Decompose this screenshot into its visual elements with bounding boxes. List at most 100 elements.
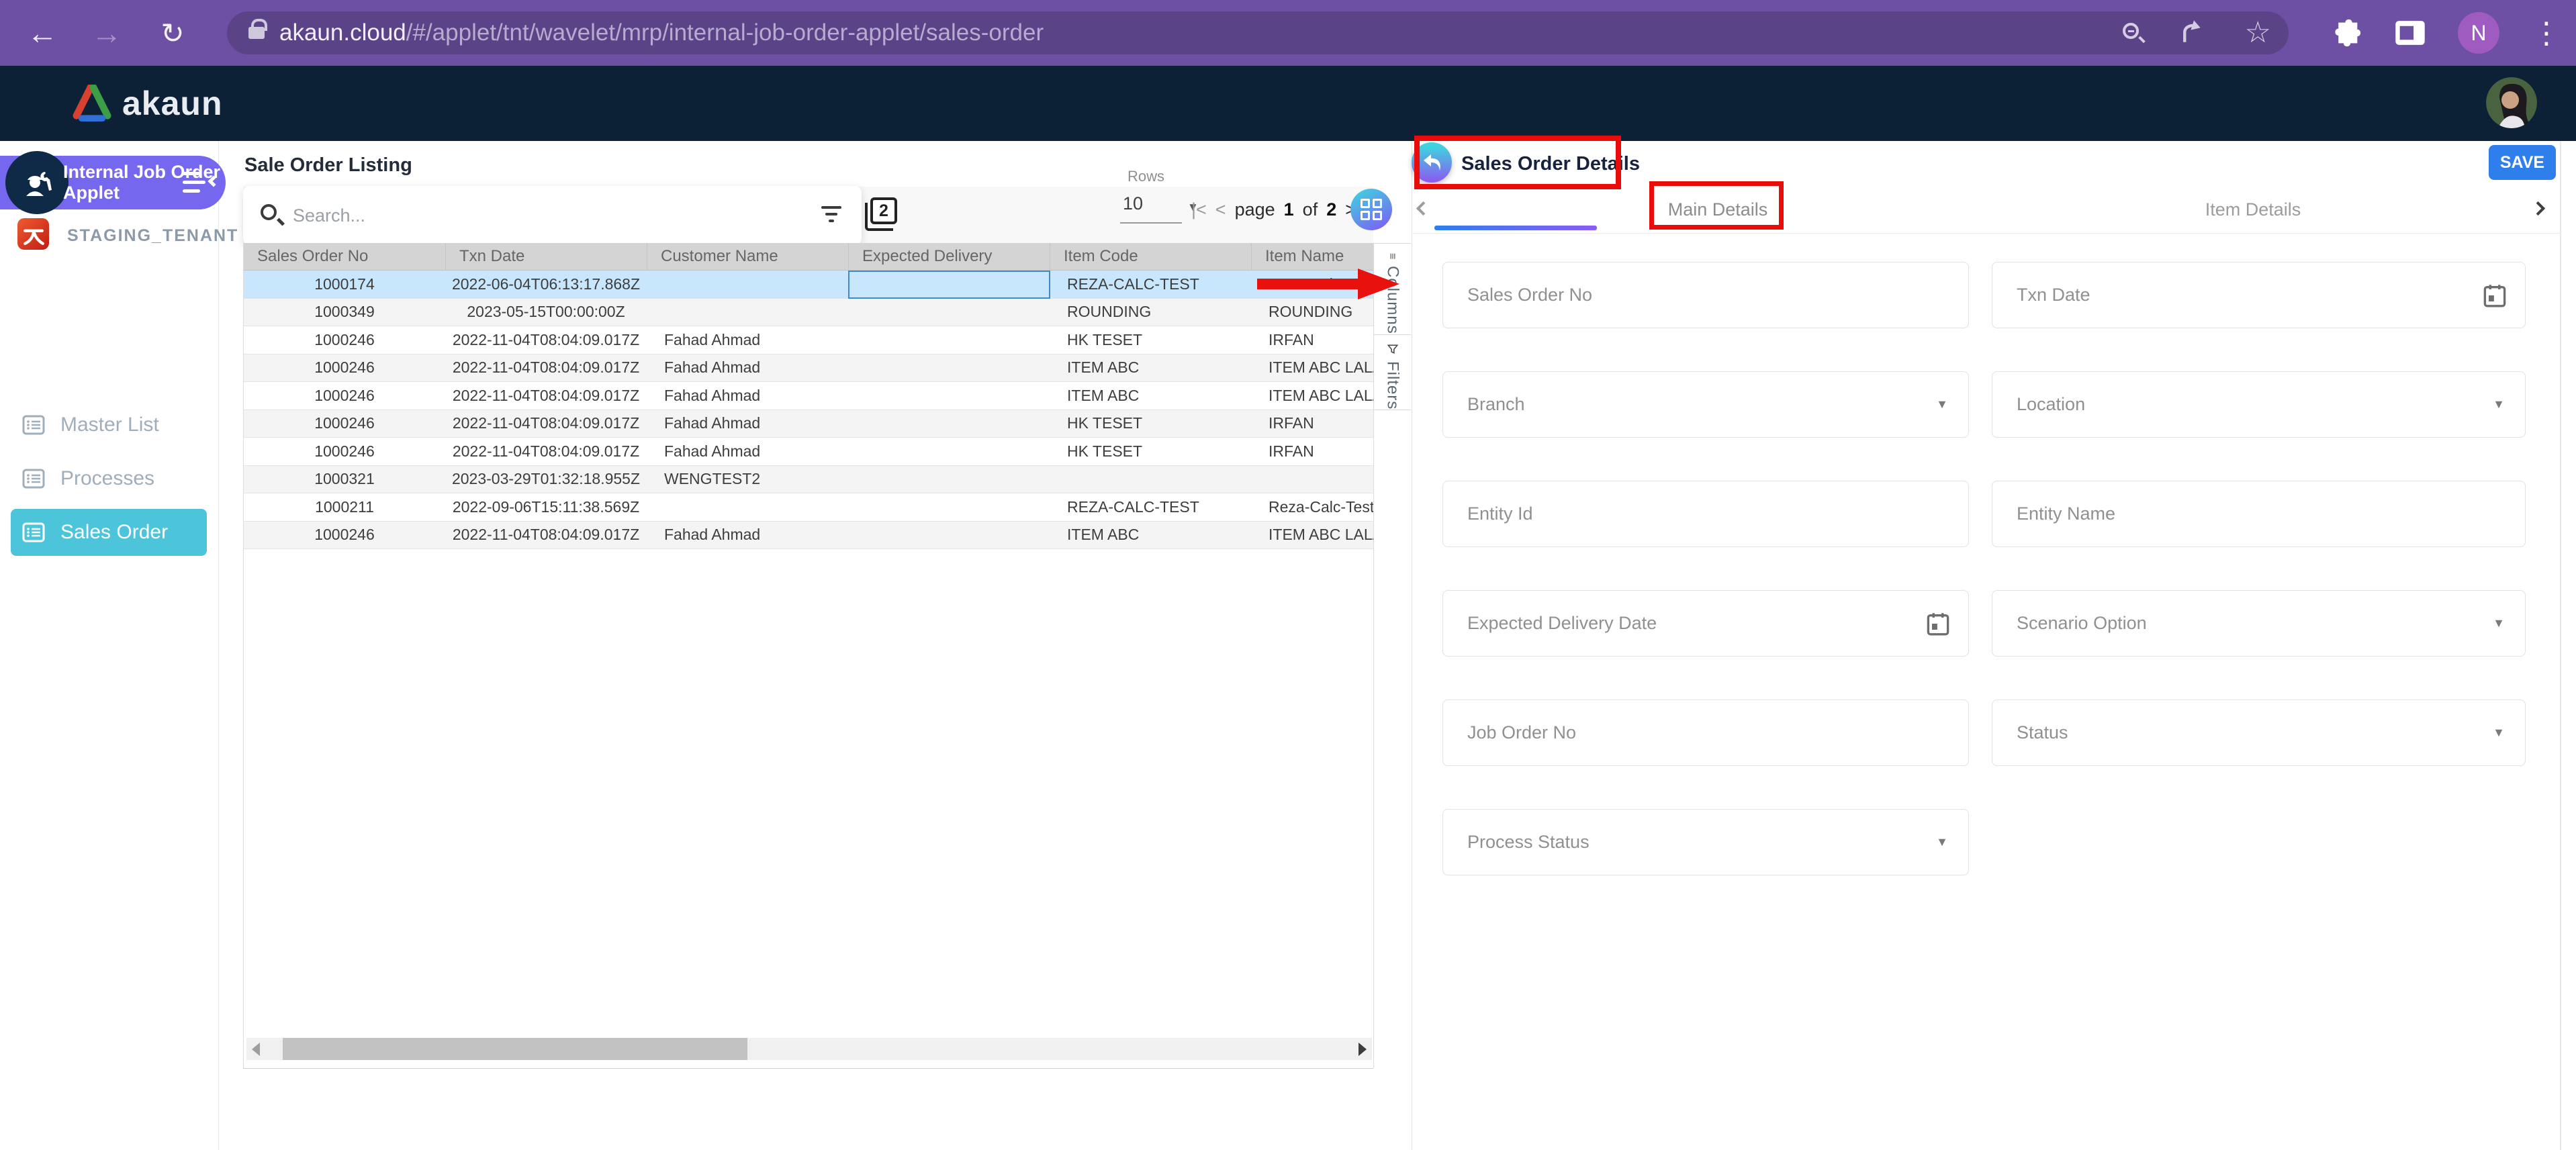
- table-row[interactable]: 10003492023-05-15T00:00:00ZROUNDINGROUND…: [244, 299, 1374, 327]
- table-cell-item-name[interactable]: ROUNDING: [1251, 299, 1374, 326]
- back-icon[interactable]: ←: [19, 0, 66, 66]
- dropdown-caret-icon[interactable]: ▼: [2493, 726, 2505, 740]
- table-cell-item-code[interactable]: ITEM ABC: [1050, 522, 1251, 549]
- table-cell-customer-name[interactable]: Fahad Ahmad: [647, 410, 848, 438]
- filter-icon[interactable]: [821, 206, 841, 225]
- profile-avatar-badge[interactable]: N: [2458, 12, 2499, 54]
- table-row[interactable]: 10001742022-06-04T06:13:17.868ZREZA-CALC…: [244, 271, 1374, 299]
- table-cell-item-name[interactable]: IRFAN: [1251, 438, 1374, 465]
- grid-view-button[interactable]: [1350, 189, 1392, 230]
- field-sales-order-no[interactable]: Sales Order No: [1442, 262, 1969, 328]
- url-bar[interactable]: akaun.cloud/#/applet/tnt/wavelet/mrp/int…: [227, 11, 2289, 54]
- table-cell-item-name[interactable]: IRFAN: [1251, 410, 1374, 438]
- column-header-sales-order-no[interactable]: Sales Order No: [244, 243, 445, 270]
- horizontal-scrollbar[interactable]: [246, 1038, 1372, 1060]
- save-button[interactable]: SAVE: [2489, 145, 2556, 180]
- sidebar-item-processes[interactable]: Processes: [11, 455, 207, 502]
- zoom-search-icon[interactable]: [2123, 23, 2143, 43]
- table-row[interactable]: 10003212023-03-29T01:32:18.955ZWENGTEST2: [244, 466, 1374, 494]
- table-cell-expected-delivery[interactable]: [848, 438, 1050, 465]
- table-cell-sales-order-no[interactable]: 1000246: [244, 326, 445, 354]
- dropdown-caret-icon[interactable]: ▼: [1936, 835, 1948, 849]
- tenant-row[interactable]: STAGING_TENANT: [0, 218, 219, 250]
- dropdown-caret-icon[interactable]: ▼: [2493, 616, 2505, 630]
- column-header-item-code[interactable]: Item Code: [1050, 243, 1251, 270]
- table-cell-expected-delivery[interactable]: [848, 522, 1050, 549]
- table-cell-customer-name[interactable]: [647, 299, 848, 326]
- multi-listing-icon[interactable]: 2: [870, 197, 900, 228]
- table-cell-sales-order-no[interactable]: 1000246: [244, 354, 445, 382]
- prev-page-icon[interactable]: <: [1215, 199, 1226, 220]
- table-cell-item-name[interactable]: ITEM ABC LALA: [1251, 382, 1374, 410]
- field-branch[interactable]: Branch▼: [1442, 371, 1969, 438]
- table-cell-sales-order-no[interactable]: 1000246: [244, 382, 445, 410]
- field-location[interactable]: Location▼: [1992, 371, 2526, 438]
- table-cell-item-code[interactable]: ROUNDING: [1050, 299, 1251, 326]
- field-expected-delivery-date[interactable]: Expected Delivery Date: [1442, 590, 1969, 657]
- table-cell-item-code[interactable]: ITEM ABC: [1050, 382, 1251, 410]
- field-process-status[interactable]: Process Status▼: [1442, 809, 1969, 875]
- table-cell-sales-order-no[interactable]: 1000246: [244, 438, 445, 465]
- field-entity-id[interactable]: Entity Id: [1442, 481, 1969, 547]
- scrollbar-thumb[interactable]: [283, 1038, 747, 1060]
- applet-pill[interactable]: Internal Job OrderApplet: [0, 156, 226, 209]
- table-cell-item-name[interactable]: IRFAN: [1251, 326, 1374, 354]
- vertical-scrollbar[interactable]: [2560, 141, 2561, 1150]
- field-txn-date[interactable]: Txn Date: [1992, 262, 2526, 328]
- table-cell-item-code[interactable]: HK TESET: [1050, 438, 1251, 465]
- filters-tab[interactable]: Filters: [1374, 335, 1411, 410]
- column-header-txn-date[interactable]: Txn Date: [445, 243, 647, 270]
- table-cell-customer-name[interactable]: Fahad Ahmad: [647, 326, 848, 354]
- selected-cell-outline[interactable]: [848, 271, 1050, 299]
- field-entity-name[interactable]: Entity Name: [1992, 481, 2526, 547]
- dropdown-caret-icon[interactable]: ▼: [1936, 397, 1948, 412]
- table-cell-txn-date[interactable]: 2022-11-04T08:04:09.017Z: [445, 438, 647, 465]
- table-cell-customer-name[interactable]: Fahad Ahmad: [647, 522, 848, 549]
- active-tab-indicator[interactable]: [1434, 226, 1597, 230]
- sidebar-item-sales-order[interactable]: Sales Order: [11, 509, 207, 556]
- field-job-order-no[interactable]: Job Order No: [1442, 700, 1969, 766]
- table-cell-item-name[interactable]: ITEM ABC LALA: [1251, 522, 1374, 549]
- table-cell-customer-name[interactable]: [647, 271, 848, 298]
- table-row[interactable]: 10002462022-11-04T08:04:09.017ZFahad Ahm…: [244, 410, 1374, 438]
- table-row[interactable]: 10002462022-11-04T08:04:09.017ZFahad Ahm…: [244, 382, 1374, 410]
- table-cell-item-name[interactable]: Reza-Calc-Test: [1251, 493, 1374, 521]
- share-icon[interactable]: [2180, 19, 2207, 46]
- browser-menu-icon[interactable]: ⋮: [2532, 16, 2561, 50]
- user-avatar[interactable]: [2486, 77, 2537, 128]
- table-row[interactable]: 10002462022-11-04T08:04:09.017ZFahad Ahm…: [244, 522, 1374, 550]
- field-status[interactable]: Status▼: [1992, 700, 2526, 766]
- table-row[interactable]: 10002112022-09-06T15:11:38.569ZREZA-CALC…: [244, 493, 1374, 522]
- table-cell-item-code[interactable]: ITEM ABC: [1050, 354, 1251, 382]
- sidebar-collapse-icon[interactable]: [183, 169, 219, 196]
- table-cell-item-code[interactable]: [1050, 466, 1251, 493]
- table-cell-sales-order-no[interactable]: 1000349: [244, 299, 445, 326]
- forward-icon[interactable]: →: [83, 0, 130, 66]
- side-panel-icon[interactable]: [2395, 19, 2426, 46]
- tabs-scroll-right-icon[interactable]: [2531, 201, 2545, 215]
- table-cell-item-code[interactable]: HK TESET: [1050, 326, 1251, 354]
- table-cell-txn-date[interactable]: 2022-06-04T06:13:17.868Z: [445, 271, 647, 298]
- table-cell-txn-date[interactable]: 2023-03-29T01:32:18.955Z: [445, 466, 647, 493]
- table-cell-expected-delivery[interactable]: [848, 299, 1050, 326]
- table-cell-item-code[interactable]: REZA-CALC-TEST: [1050, 271, 1251, 298]
- table-cell-expected-delivery[interactable]: [848, 410, 1050, 438]
- table-row[interactable]: 10002462022-11-04T08:04:09.017ZFahad Ahm…: [244, 326, 1374, 354]
- rows-per-page-select[interactable]: 10: [1123, 193, 1143, 214]
- tab-item-details[interactable]: Item Details: [2186, 199, 2320, 220]
- table-cell-customer-name[interactable]: Fahad Ahmad: [647, 382, 848, 410]
- table-cell-customer-name[interactable]: Fahad Ahmad: [647, 354, 848, 382]
- table-cell-txn-date[interactable]: 2022-11-04T08:04:09.017Z: [445, 354, 647, 382]
- search-box[interactable]: Search...: [243, 186, 862, 245]
- table-cell-sales-order-no[interactable]: 1000246: [244, 522, 445, 549]
- table-cell-sales-order-no[interactable]: 1000321: [244, 466, 445, 493]
- table-cell-expected-delivery[interactable]: [848, 466, 1050, 493]
- table-row[interactable]: 10002462022-11-04T08:04:09.017ZFahad Ahm…: [244, 438, 1374, 466]
- table-cell-item-code[interactable]: HK TESET: [1050, 410, 1251, 438]
- table-cell-expected-delivery[interactable]: [848, 326, 1050, 354]
- table-cell-sales-order-no[interactable]: 1000246: [244, 410, 445, 438]
- scroll-left-icon[interactable]: [252, 1043, 260, 1056]
- dropdown-caret-icon[interactable]: ▼: [2493, 397, 2505, 412]
- scroll-right-icon[interactable]: [1359, 1043, 1367, 1056]
- column-header-customer-name[interactable]: Customer Name: [647, 243, 848, 270]
